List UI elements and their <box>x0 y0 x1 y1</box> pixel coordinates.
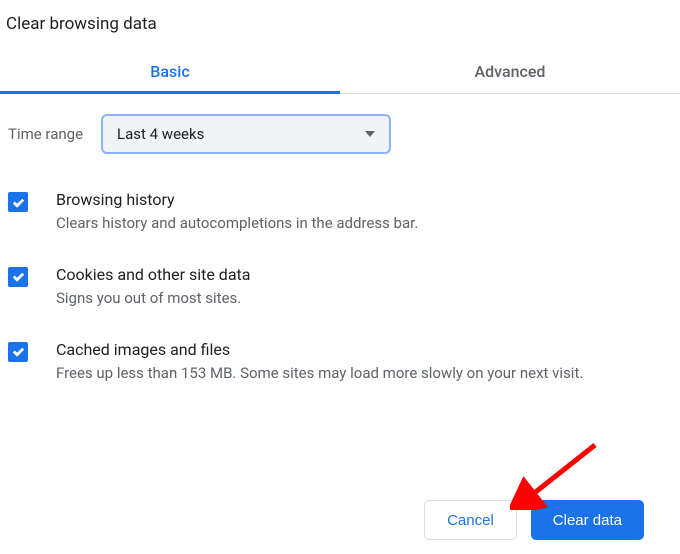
chevron-down-icon <box>365 131 375 137</box>
option-desc: Clears history and autocompletions in th… <box>56 213 672 235</box>
content-area: Time range Last 4 weeks Browsing history… <box>0 94 680 384</box>
time-range-value: Last 4 weeks <box>117 125 204 143</box>
cancel-button[interactable]: Cancel <box>424 500 517 540</box>
time-range-row: Time range Last 4 weeks <box>8 114 672 154</box>
tab-advanced[interactable]: Advanced <box>340 50 680 93</box>
tabs-container: Basic Advanced <box>0 50 680 94</box>
option-text: Browsing history Clears history and auto… <box>56 190 672 235</box>
checkbox-browsing-history[interactable] <box>8 192 28 212</box>
time-range-select[interactable]: Last 4 weeks <box>101 114 391 154</box>
time-range-select-wrapper: Last 4 weeks <box>101 114 391 154</box>
option-title: Browsing history <box>56 190 672 209</box>
check-icon <box>11 344 26 359</box>
dialog-footer: Cancel Clear data <box>424 500 644 540</box>
option-title: Cookies and other site data <box>56 265 672 284</box>
dialog-title: Clear browsing data <box>0 0 680 34</box>
checkbox-cache[interactable] <box>8 342 28 362</box>
check-icon <box>11 195 26 210</box>
option-desc: Frees up less than 153 MB. Some sites ma… <box>56 363 672 385</box>
option-text: Cached images and files Frees up less th… <box>56 340 672 385</box>
option-browsing-history: Browsing history Clears history and auto… <box>8 190 672 235</box>
tab-basic[interactable]: Basic <box>0 50 340 93</box>
option-cookies: Cookies and other site data Signs you ou… <box>8 265 672 310</box>
option-cache: Cached images and files Frees up less th… <box>8 340 672 385</box>
time-range-label: Time range <box>8 125 83 143</box>
checkbox-cookies[interactable] <box>8 267 28 287</box>
check-icon <box>11 269 26 284</box>
option-desc: Signs you out of most sites. <box>56 288 672 310</box>
option-title: Cached images and files <box>56 340 672 359</box>
clear-data-button[interactable]: Clear data <box>531 500 644 540</box>
option-text: Cookies and other site data Signs you ou… <box>56 265 672 310</box>
